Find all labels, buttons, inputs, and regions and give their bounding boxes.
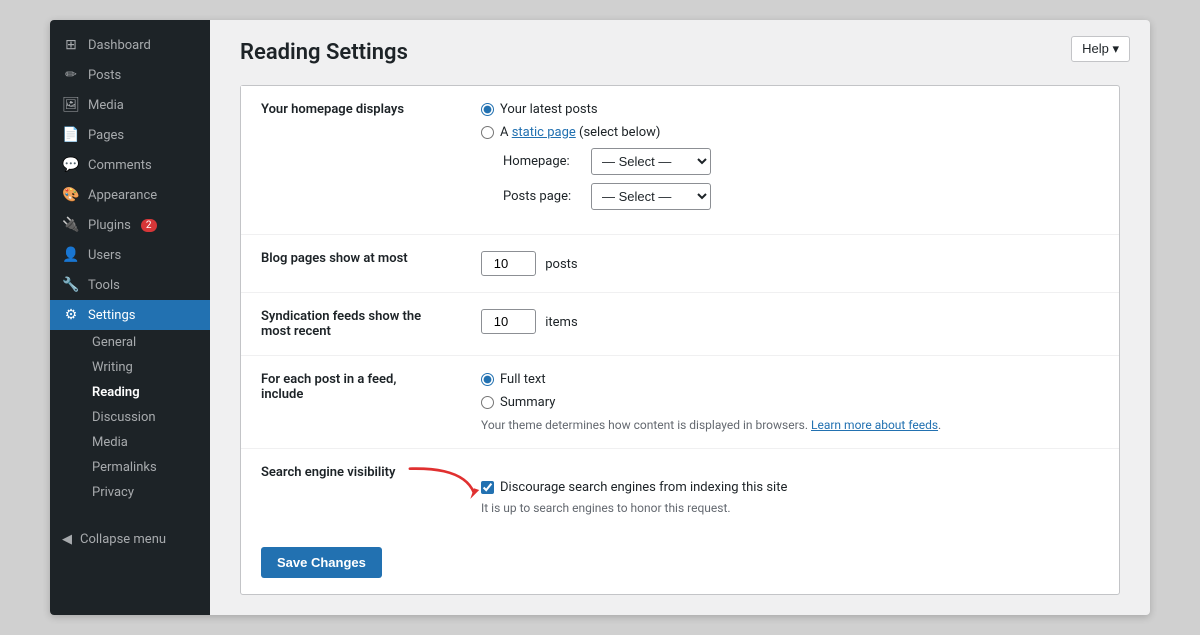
posts-page-select[interactable]: — Select —	[591, 183, 711, 210]
static-page-link[interactable]: static page	[512, 125, 576, 140]
feed-include-cell: Full text Summary Your theme determines …	[461, 356, 1119, 449]
blog-pages-cell: posts	[461, 235, 1119, 293]
collapse-icon: ◀	[62, 532, 72, 547]
dashboard-icon: ⊞	[62, 37, 80, 53]
latest-posts-radio[interactable]	[481, 103, 494, 116]
syndication-row: Syndication feeds show the most recent i…	[241, 293, 1119, 356]
summary-label: Summary	[500, 395, 555, 410]
app-window: ⊞ Dashboard ✏ Posts 🖼 Media 📄 Pages 💬 Co…	[50, 20, 1150, 615]
form-table: Your homepage displays Your latest posts…	[241, 86, 1119, 531]
submenu-general[interactable]: General	[64, 330, 210, 355]
feed-description: Your theme determines how content is dis…	[481, 418, 1099, 432]
homepage-label: Your homepage displays	[241, 86, 461, 235]
search-visibility-row: Search engine visibility	[241, 449, 1119, 532]
latest-posts-option: Your latest posts	[481, 102, 1099, 117]
sidebar-item-users[interactable]: 👤 Users	[50, 240, 210, 270]
discourage-engines-label: Discourage search engines from indexing …	[500, 480, 787, 495]
summary-option: Summary	[481, 395, 1099, 410]
blog-pages-label: Blog pages show at most	[241, 235, 461, 293]
posts-icon: ✏	[62, 67, 80, 83]
summary-radio[interactable]	[481, 396, 494, 409]
sidebar-item-comments[interactable]: 💬 Comments	[50, 150, 210, 180]
appearance-icon: 🎨	[62, 187, 80, 203]
save-changes-button[interactable]: Save Changes	[261, 547, 382, 578]
sidebar-bottom: ◀ Collapse menu	[50, 525, 210, 554]
settings-icon: ⚙	[62, 307, 80, 323]
latest-posts-label: Your latest posts	[500, 102, 598, 117]
submenu-permalinks[interactable]: Permalinks	[64, 455, 210, 480]
tools-icon: 🔧	[62, 277, 80, 293]
static-page-option: A static page (select below)	[481, 125, 1099, 140]
homepage-cell: Your latest posts A static page (select …	[461, 86, 1119, 235]
submenu-writing[interactable]: Writing	[64, 355, 210, 380]
full-text-radio[interactable]	[481, 373, 494, 386]
blog-pages-input[interactable]	[481, 251, 536, 276]
discourage-engines-checkbox[interactable]	[481, 481, 494, 494]
submenu-reading[interactable]: Reading	[64, 380, 210, 405]
homepage-row: Your homepage displays Your latest posts…	[241, 86, 1119, 235]
sidebar-item-plugins[interactable]: 🔌 Plugins 2	[50, 210, 210, 240]
search-visibility-description: It is up to search engines to honor this…	[481, 501, 1099, 515]
settings-submenu: General Writing Reading Discussion Media…	[50, 330, 210, 505]
static-page-radio[interactable]	[481, 126, 494, 139]
syndication-label: Syndication feeds show the most recent	[241, 293, 461, 356]
sidebar-item-posts[interactable]: ✏ Posts	[50, 60, 210, 90]
search-visibility-cell: Discourage search engines from indexing …	[461, 449, 1119, 532]
page-title: Reading Settings	[240, 40, 1120, 65]
plugins-icon: 🔌	[62, 217, 80, 233]
sidebar-item-media[interactable]: 🖼 Media	[50, 90, 210, 120]
feed-include-row: For each post in a feed, include Full te…	[241, 356, 1119, 449]
submenu-privacy[interactable]: Privacy	[64, 480, 210, 505]
full-text-label: Full text	[500, 372, 546, 387]
main-content: Help ▾ Reading Settings Your homepage di…	[210, 20, 1150, 615]
comments-icon: 💬	[62, 157, 80, 173]
learn-more-link[interactable]: Learn more about feeds	[811, 418, 938, 432]
settings-form: Your homepage displays Your latest posts…	[240, 85, 1120, 595]
sidebar-item-pages[interactable]: 📄 Pages	[50, 120, 210, 150]
plugins-badge: 2	[141, 219, 157, 232]
sidebar-item-settings[interactable]: ⚙ Settings	[50, 300, 210, 330]
users-icon: 👤	[62, 247, 80, 263]
submenu-discussion[interactable]: Discussion	[64, 405, 210, 430]
sidebar: ⊞ Dashboard ✏ Posts 🖼 Media 📄 Pages 💬 Co…	[50, 20, 210, 615]
syndication-unit: items	[545, 315, 577, 330]
homepage-select-row: Homepage: — Select —	[503, 148, 1099, 175]
sidebar-item-appearance[interactable]: 🎨 Appearance	[50, 180, 210, 210]
sidebar-item-tools[interactable]: 🔧 Tools	[50, 270, 210, 300]
feed-include-label: For each post in a feed, include	[241, 356, 461, 449]
sidebar-item-dashboard[interactable]: ⊞ Dashboard	[50, 30, 210, 60]
media-icon: 🖼	[62, 97, 80, 113]
red-arrow-annotation	[401, 461, 481, 511]
posts-page-select-row: Posts page: — Select —	[503, 183, 1099, 210]
posts-page-label: Posts page:	[503, 189, 583, 204]
discourage-engines-option: Discourage search engines from indexing …	[481, 480, 1099, 495]
full-text-option: Full text	[481, 372, 1099, 387]
submenu-media-sub[interactable]: Media	[64, 430, 210, 455]
syndication-cell: items	[461, 293, 1119, 356]
help-button[interactable]: Help ▾	[1071, 36, 1130, 62]
blog-pages-row: Blog pages show at most posts	[241, 235, 1119, 293]
blog-pages-unit: posts	[545, 257, 577, 272]
static-page-label: A static page (select below)	[500, 125, 660, 140]
syndication-input[interactable]	[481, 309, 536, 334]
collapse-menu-button[interactable]: ◀ Collapse menu	[50, 525, 210, 554]
homepage-select-label: Homepage:	[503, 154, 583, 169]
pages-icon: 📄	[62, 127, 80, 143]
homepage-select[interactable]: — Select —	[591, 148, 711, 175]
